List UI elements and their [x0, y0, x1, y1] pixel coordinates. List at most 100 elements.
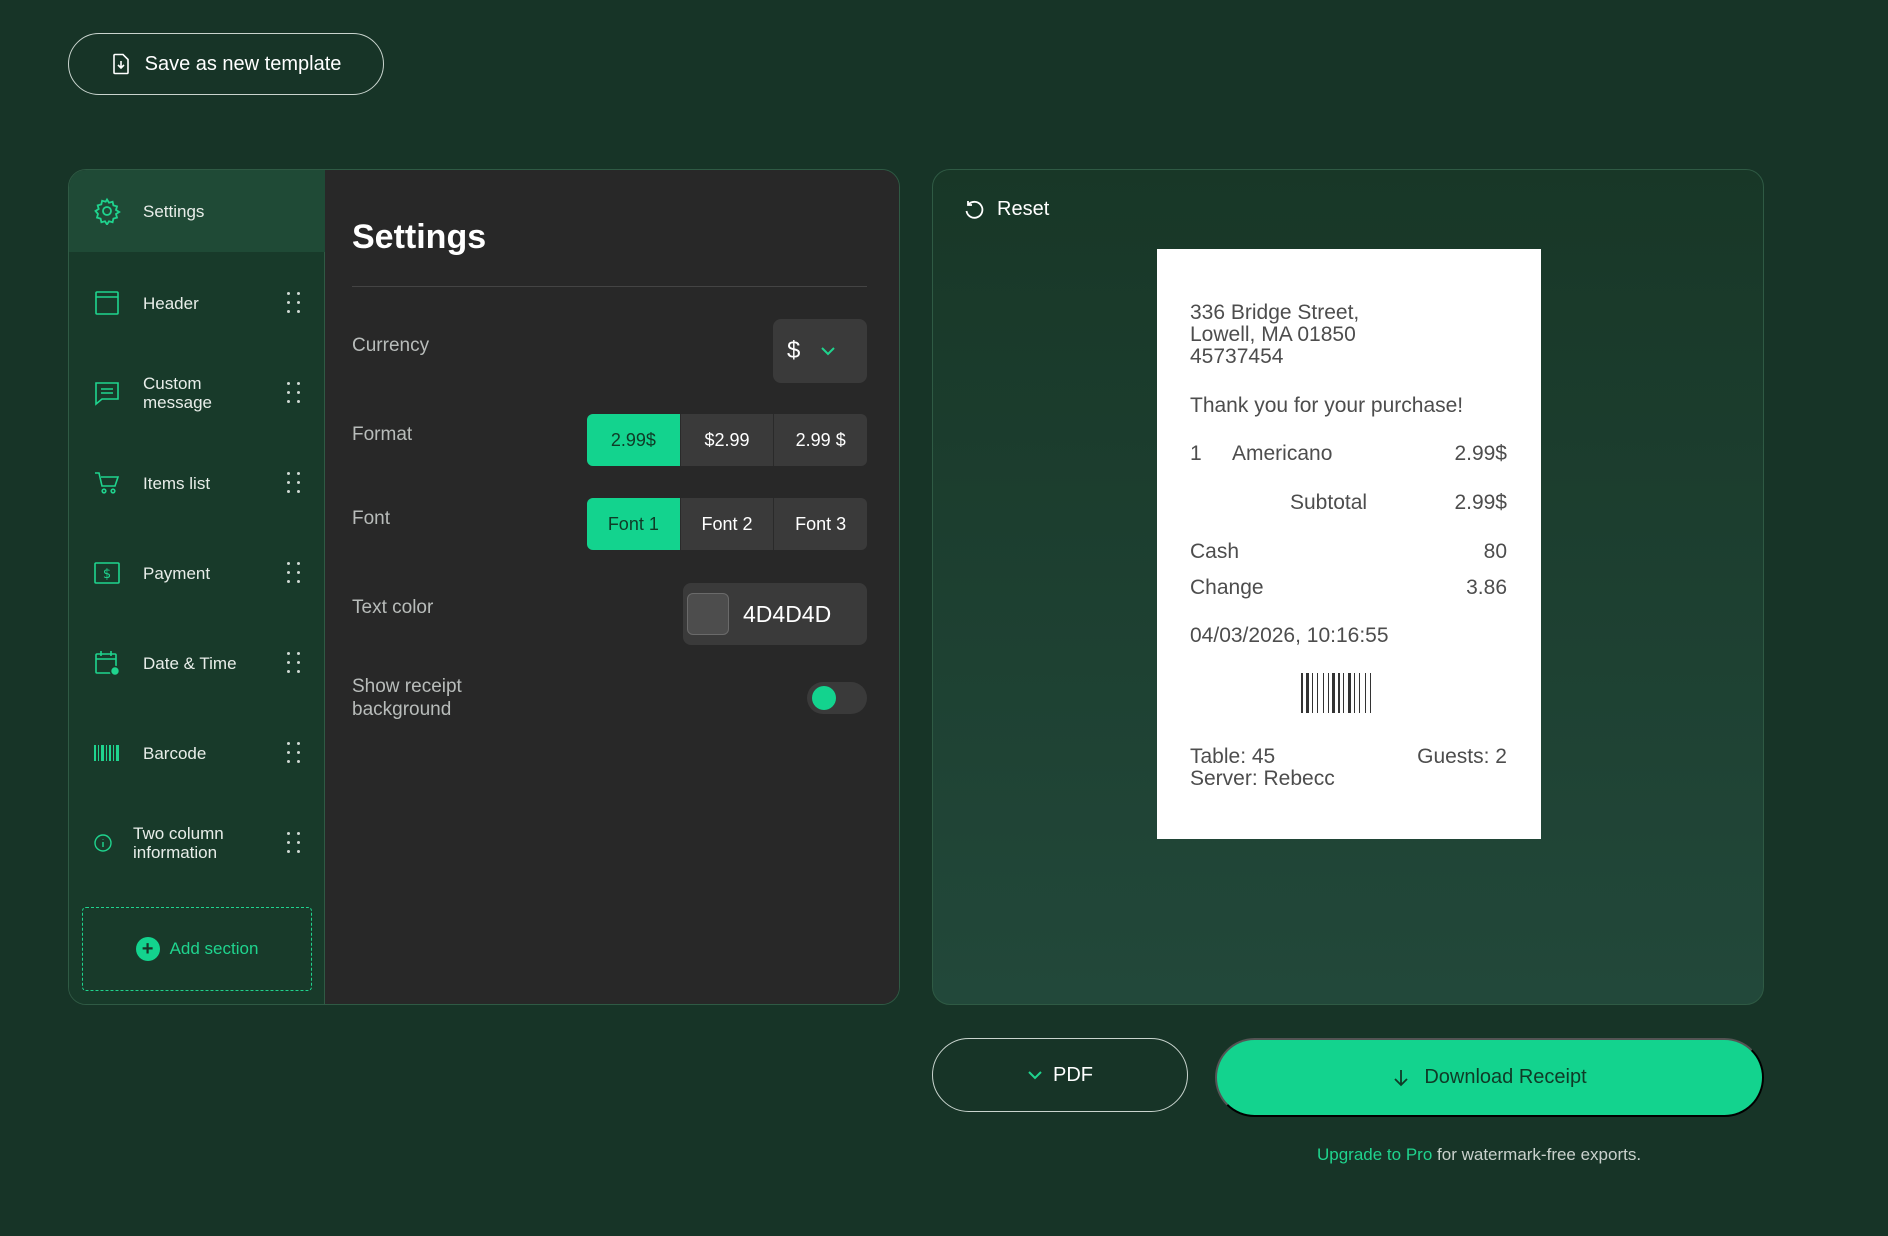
- barcode-bar: [1332, 673, 1335, 713]
- drag-handle-icon[interactable]: [287, 652, 301, 674]
- barcode-icon: [93, 739, 121, 767]
- calendar-clock-icon: [93, 649, 121, 677]
- sidebar-item-payment[interactable]: $ Payment: [69, 532, 325, 614]
- receipt-preview-panel: Reset 336 Bridge Street, Lowell, MA 0185…: [932, 169, 1764, 1005]
- reset-label: Reset: [997, 198, 1050, 220]
- barcode-bar: [1312, 673, 1313, 713]
- drag-handle-icon[interactable]: [287, 562, 301, 584]
- barcode-bar: [1341, 673, 1342, 713]
- sidebar-item-label: Payment: [143, 563, 211, 583]
- sidebar-item-custom-message[interactable]: Custom message: [69, 352, 325, 434]
- header-icon: [93, 289, 121, 317]
- font-option-1[interactable]: Font 1: [587, 498, 680, 550]
- sidebar-item-label: Two column information: [133, 824, 224, 862]
- info-icon: [93, 829, 121, 857]
- receipt-barcode: [1301, 673, 1397, 713]
- download-arrow-icon: [1394, 1069, 1408, 1086]
- save-as-template-button[interactable]: Save as new template: [68, 33, 384, 95]
- barcode-bar: [1354, 673, 1355, 713]
- text-color-label: Text color: [352, 597, 434, 618]
- text-color-input[interactable]: 4D4D4D: [683, 583, 867, 645]
- toggle-knob: [812, 686, 836, 710]
- upgrade-to-pro-link[interactable]: Upgrade to Pro: [1317, 1145, 1432, 1164]
- sidebar-item-label: Custom message: [143, 374, 212, 412]
- barcode-bar: [1323, 673, 1324, 713]
- barcode-bar: [1367, 673, 1369, 713]
- format-option-2[interactable]: $2.99: [679, 414, 774, 466]
- svg-text:$: $: [103, 567, 111, 582]
- section-sidebar: Settings Header Custom message Items lis…: [69, 170, 325, 1004]
- barcode-bar: [1304, 673, 1305, 713]
- file-save-icon: [112, 53, 129, 75]
- font-option-2[interactable]: Font 2: [679, 498, 774, 550]
- export-format-dropdown[interactable]: PDF: [932, 1038, 1188, 1112]
- font-option-3[interactable]: Font 3: [773, 498, 867, 550]
- receipt-cash-value: 80: [1483, 540, 1507, 563]
- dollar-icon: $: [93, 559, 121, 587]
- format-segmented-control: 2.99$ $2.99 2.99 $: [587, 414, 867, 466]
- currency-label: Currency: [352, 335, 430, 356]
- currency-select[interactable]: $: [773, 319, 867, 383]
- barcode-bar: [1301, 673, 1303, 713]
- sidebar-item-header[interactable]: Header: [69, 262, 325, 344]
- reset-icon: [965, 200, 984, 219]
- sidebar-item-label: Barcode: [143, 743, 207, 763]
- receipt-address-line1: 336 Bridge Street,: [1190, 301, 1360, 324]
- drag-handle-icon[interactable]: [287, 472, 301, 494]
- receipt-address-line3: 45737454: [1190, 345, 1284, 368]
- barcode-bar: [1359, 673, 1360, 713]
- reset-button[interactable]: Reset: [963, 198, 1049, 221]
- barcode-bar: [1306, 673, 1309, 713]
- settings-panel: Settings Currency $ Format 2.99$ $2.99 2…: [325, 170, 899, 1004]
- receipt-message: Thank you for your purchase!: [1190, 394, 1464, 417]
- download-receipt-button[interactable]: Download Receipt: [1215, 1038, 1764, 1117]
- sidebar-item-label: Header: [143, 293, 199, 313]
- barcode-bar: [1310, 673, 1311, 713]
- format-label: Format: [352, 424, 413, 445]
- sidebar-item-barcode[interactable]: Barcode: [69, 712, 325, 794]
- sidebar-item-two-column-information[interactable]: Two column information: [69, 802, 325, 884]
- receipt-change-value: 3.86: [1466, 576, 1507, 599]
- chevron-down-icon: [1028, 1071, 1042, 1080]
- receipt-server: Server: Rebecc: [1190, 767, 1335, 790]
- receipt-item-price: 2.99$: [1454, 442, 1507, 465]
- barcode-bar: [1361, 673, 1364, 713]
- drag-handle-icon[interactable]: [287, 292, 301, 314]
- drag-handle-icon[interactable]: [287, 832, 301, 854]
- receipt-change-label: Change: [1190, 576, 1264, 599]
- drag-handle-icon[interactable]: [287, 382, 301, 404]
- sidebar-item-settings[interactable]: Settings: [69, 170, 325, 252]
- barcode-bar: [1319, 673, 1322, 713]
- plus-circle-icon: +: [135, 937, 160, 961]
- add-section-button[interactable]: + Add section: [82, 907, 312, 991]
- sidebar-item-label: Date & Time: [143, 653, 237, 673]
- font-segmented-control: Font 1 Font 2 Font 3: [587, 498, 867, 550]
- drag-handle-icon[interactable]: [287, 742, 301, 764]
- receipt-guests: Guests: 2: [1417, 745, 1507, 768]
- font-label: Font: [352, 508, 391, 529]
- barcode-bar: [1365, 673, 1366, 713]
- cart-icon: [93, 469, 121, 497]
- barcode-bar: [1338, 673, 1340, 713]
- receipt-cash-label: Cash: [1190, 540, 1240, 563]
- receipt-subtotal-label: Subtotal: [1290, 491, 1368, 514]
- editor-panel: Settings Header Custom message Items lis…: [68, 169, 900, 1005]
- currency-value: $: [787, 337, 801, 364]
- upgrade-notice: Upgrade to Pro for watermark-free export…: [1317, 1145, 1641, 1165]
- title-divider: [352, 286, 867, 287]
- show-background-label: Show receipt background: [352, 676, 462, 720]
- color-swatch[interactable]: [687, 593, 729, 635]
- show-background-toggle[interactable]: [807, 682, 867, 714]
- sidebar-item-items-list[interactable]: Items list: [69, 442, 325, 524]
- receipt: 336 Bridge Street, Lowell, MA 01850 4573…: [1157, 249, 1541, 839]
- receipt-table: Table: 45: [1190, 745, 1276, 768]
- upgrade-notice-text: for watermark-free exports.: [1432, 1145, 1642, 1164]
- barcode-bar: [1328, 673, 1329, 713]
- sidebar-item-date-time[interactable]: Date & Time: [69, 622, 325, 704]
- receipt-subtotal-value: 2.99$: [1454, 491, 1507, 514]
- chevron-down-icon: [821, 347, 836, 356]
- receipt-item-qty: 1: [1190, 442, 1202, 465]
- format-option-3[interactable]: 2.99 $: [773, 414, 867, 466]
- format-option-1[interactable]: 2.99$: [587, 414, 680, 466]
- export-format-label: PDF: [1053, 1063, 1093, 1086]
